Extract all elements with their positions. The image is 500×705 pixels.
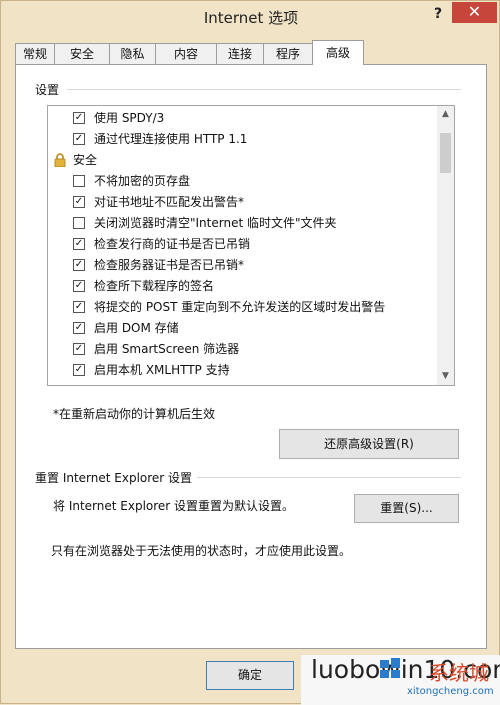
vertical-scrollbar[interactable]: ▲ ▼ — [437, 106, 454, 385]
checkbox[interactable]: ✓ — [73, 322, 85, 334]
checkbox[interactable]: ✓ — [73, 112, 85, 124]
lock-icon — [54, 153, 66, 167]
setting-label: 启用本机 XMLHTTP 支持 — [94, 363, 230, 377]
scrollbar-thumb[interactable] — [440, 133, 451, 173]
close-button[interactable]: ✕ — [452, 2, 497, 23]
setting-label: 不将加密的页存盘 — [94, 174, 191, 188]
setting-item-post-redirect-warning[interactable]: ✓ 将提交的 POST 重定向到不允许发送的区域时发出警告 — [48, 297, 434, 317]
checkbox[interactable]: ✓ — [73, 238, 85, 250]
checkbox[interactable]: ✓ — [73, 364, 85, 376]
watermark-subtext: xitongcheng.com — [407, 686, 494, 697]
setting-item-cert-mismatch-warning[interactable]: ✓ 对证书地址不匹配发出警告* — [48, 192, 434, 212]
tab-security[interactable]: 安全 — [54, 43, 110, 64]
reset-warning-note: 只有在浏览器处于无法使用的状态时，才应使用此设置。 — [51, 544, 352, 558]
settings-list[interactable]: ✓ 使用 SPDY/3 ✓ 通过代理连接使用 HTTP 1.1 安全 不将加密的… — [47, 105, 455, 386]
scroll-down-arrow-icon[interactable]: ▼ — [437, 368, 454, 385]
site-watermark: luobowin10.com 系统城 xitongcheng.com — [301, 655, 500, 705]
setting-item-dom-storage[interactable]: ✓ 启用 DOM 存储 — [48, 318, 434, 338]
checkbox[interactable] — [73, 217, 85, 229]
tab-advanced[interactable]: 高级 — [312, 40, 364, 65]
setting-label: 通过代理连接使用 HTTP 1.1 — [94, 132, 248, 146]
tab-content[interactable]: 内容 — [155, 43, 217, 64]
title-bar: Internet 选项 ? ✕ — [1, 1, 500, 31]
window-title: Internet 选项 — [203, 9, 299, 27]
reset-group-divider — [197, 477, 461, 478]
setting-label: 使用 SPDY/3 — [94, 111, 165, 125]
setting-label: 启用 SmartScreen 筛选器 — [94, 342, 240, 356]
checkbox[interactable]: ✓ — [73, 280, 85, 292]
setting-label: 检查所下载程序的签名 — [94, 279, 215, 293]
settings-group-divider — [67, 89, 461, 90]
dialog-window: Internet 选项 ? ✕ 常规 安全 隐私 内容 连接 程序 高级 设置 … — [0, 0, 500, 705]
restore-advanced-settings-button[interactable]: 还原高级设置(R) — [279, 429, 459, 459]
restart-note: *在重新启动你的计算机后生效 — [53, 407, 216, 421]
windows-logo-icon — [380, 658, 400, 678]
checkbox[interactable]: ✓ — [73, 259, 85, 271]
setting-label: 对证书地址不匹配发出警告* — [94, 195, 245, 209]
checkbox[interactable]: ✓ — [73, 343, 85, 355]
setting-label: 关闭浏览器时清空"Internet 临时文件"文件夹 — [94, 216, 337, 230]
setting-item-smartscreen[interactable]: ✓ 启用 SmartScreen 筛选器 — [48, 339, 434, 359]
reset-button[interactable]: 重置(S)... — [354, 494, 459, 523]
setting-item-native-xmlhttp[interactable]: ✓ 启用本机 XMLHTTP 支持 — [48, 360, 434, 380]
setting-item-http11-proxy[interactable]: ✓ 通过代理连接使用 HTTP 1.1 — [48, 129, 434, 149]
settings-group-label: 设置 — [35, 81, 60, 98]
setting-item-empty-temp-files[interactable]: 关闭浏览器时清空"Internet 临时文件"文件夹 — [48, 213, 434, 233]
setting-label: 将提交的 POST 重定向到不允许发送的区域时发出警告 — [94, 300, 386, 314]
tab-privacy[interactable]: 隐私 — [109, 43, 156, 64]
tab-programs[interactable]: 程序 — [263, 43, 313, 64]
checkbox[interactable]: ✓ — [73, 196, 85, 208]
watermark-cn-text: 系统城 — [429, 661, 489, 685]
setting-item-partial[interactable] — [48, 381, 434, 386]
checkbox[interactable] — [73, 385, 85, 386]
setting-label: 检查服务器证书是否已吊销* — [94, 258, 245, 272]
help-button[interactable]: ? — [429, 4, 447, 24]
tab-general[interactable]: 常规 — [15, 43, 55, 64]
setting-item-publisher-revocation[interactable]: ✓ 检查发行商的证书是否已吊销 — [48, 234, 434, 254]
ok-button[interactable]: 确定 — [206, 661, 294, 690]
setting-item-server-revocation[interactable]: ✓ 检查服务器证书是否已吊销* — [48, 255, 434, 275]
category-security: 安全 — [48, 150, 434, 170]
checkbox[interactable]: ✓ — [73, 301, 85, 313]
reset-description: 将 Internet Explorer 设置重置为默认设置。 — [53, 499, 295, 513]
category-label: 安全 — [73, 153, 98, 167]
scroll-up-arrow-icon[interactable]: ▲ — [437, 106, 454, 123]
checkbox[interactable]: ✓ — [73, 133, 85, 145]
reset-group-label: 重置 Internet Explorer 设置 — [35, 469, 193, 486]
checkbox[interactable] — [73, 175, 85, 187]
setting-item-no-save-encrypted[interactable]: 不将加密的页存盘 — [48, 171, 434, 191]
setting-item-download-signatures[interactable]: ✓ 检查所下载程序的签名 — [48, 276, 434, 296]
tab-connections[interactable]: 连接 — [216, 43, 264, 64]
setting-label: 检查发行商的证书是否已吊销 — [94, 237, 251, 251]
setting-label: 启用 DOM 存储 — [94, 321, 179, 335]
setting-item-spdy3[interactable]: ✓ 使用 SPDY/3 — [48, 108, 434, 128]
